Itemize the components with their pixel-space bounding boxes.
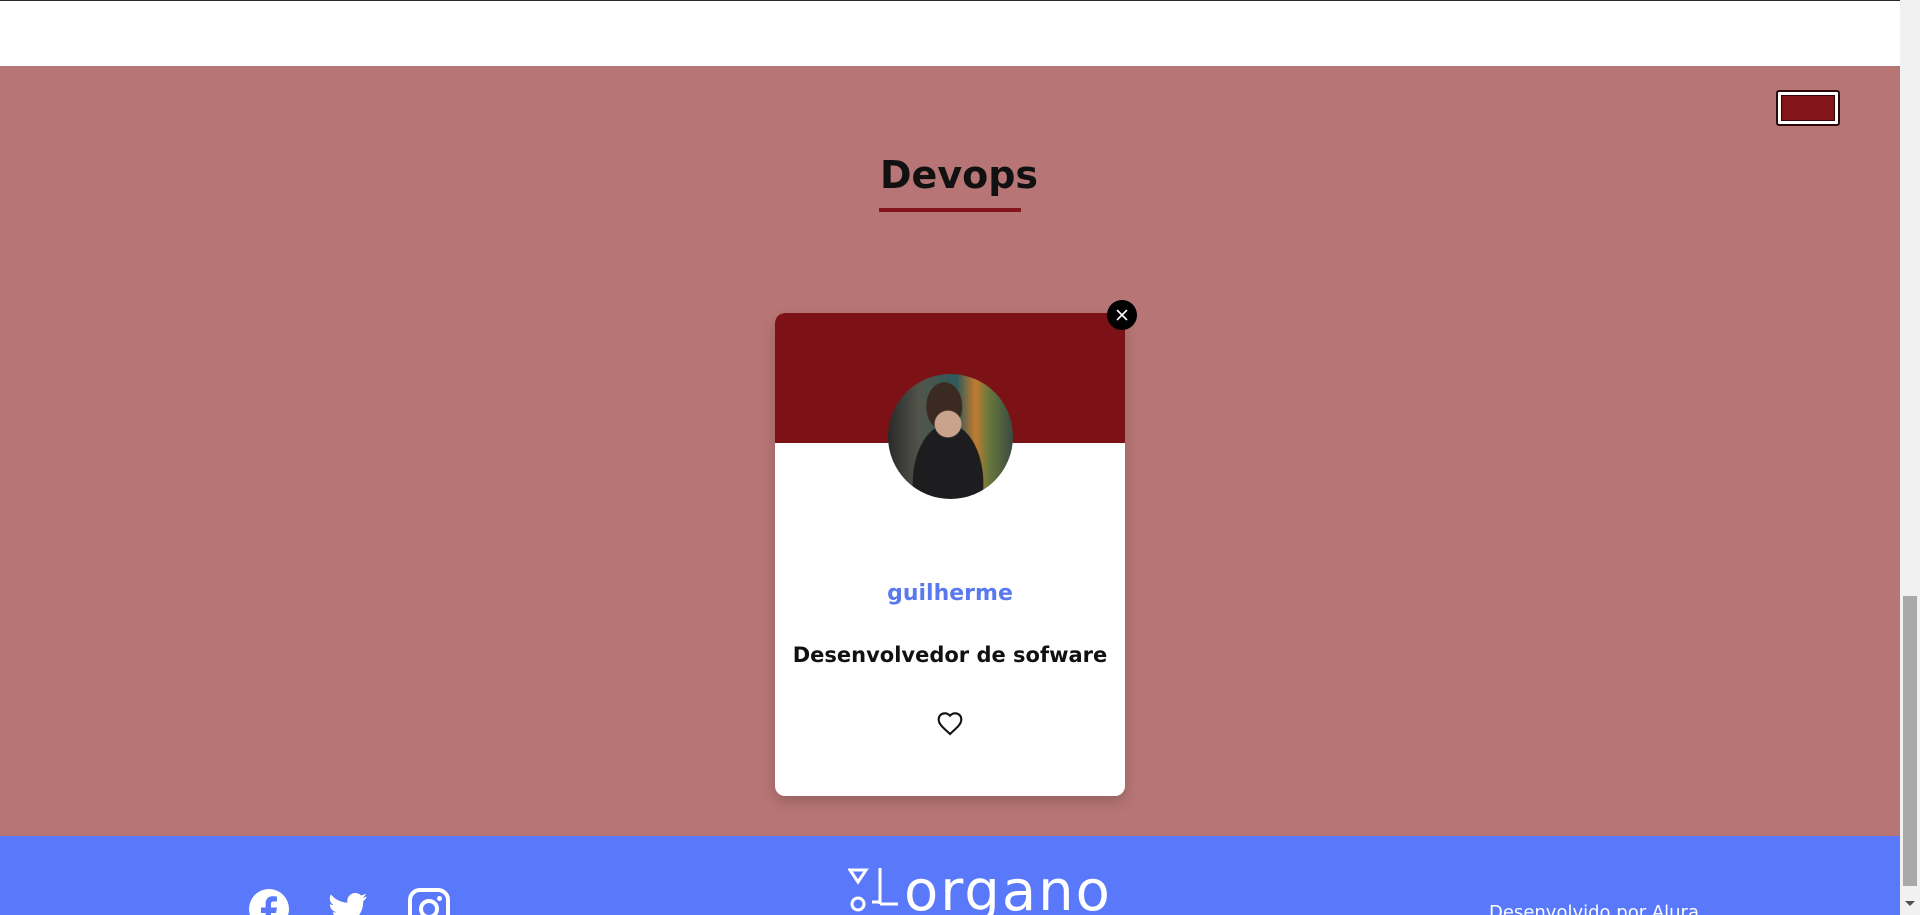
member-name: guilherme — [887, 581, 1013, 606]
delete-member-button[interactable] — [1107, 300, 1137, 330]
twitter-icon[interactable] — [328, 888, 368, 915]
favorite-button[interactable] — [936, 710, 964, 738]
logo-mark-icon — [848, 868, 898, 912]
instagram-icon[interactable] — [408, 888, 450, 915]
previous-section-bottom — [0, 1, 1900, 66]
member-card: guilherme Desenvolvedor de sofware — [775, 313, 1125, 796]
team-color-picker[interactable] — [1776, 90, 1840, 126]
scrollbar-thumb[interactable] — [1903, 596, 1917, 886]
color-swatch — [1781, 95, 1835, 121]
facebook-icon[interactable] — [248, 888, 290, 915]
heart-outline-icon — [937, 712, 963, 736]
member-role: Desenvolvedor de sofware — [792, 643, 1108, 667]
team-title: Devops — [880, 153, 1039, 197]
logo-text: organo — [904, 859, 1112, 915]
page: Devops guilherme Desenvolvedor de sofwar… — [0, 0, 1920, 915]
team-title-underline — [879, 208, 1021, 212]
scroll-down-icon[interactable] — [1905, 901, 1915, 906]
footer-credit: Desenvolvido por Alura. — [1489, 902, 1705, 915]
close-icon — [1116, 309, 1128, 321]
scrollbar[interactable] — [1900, 0, 1920, 915]
organo-logo: organo — [848, 862, 1110, 915]
avatar — [888, 374, 1013, 499]
